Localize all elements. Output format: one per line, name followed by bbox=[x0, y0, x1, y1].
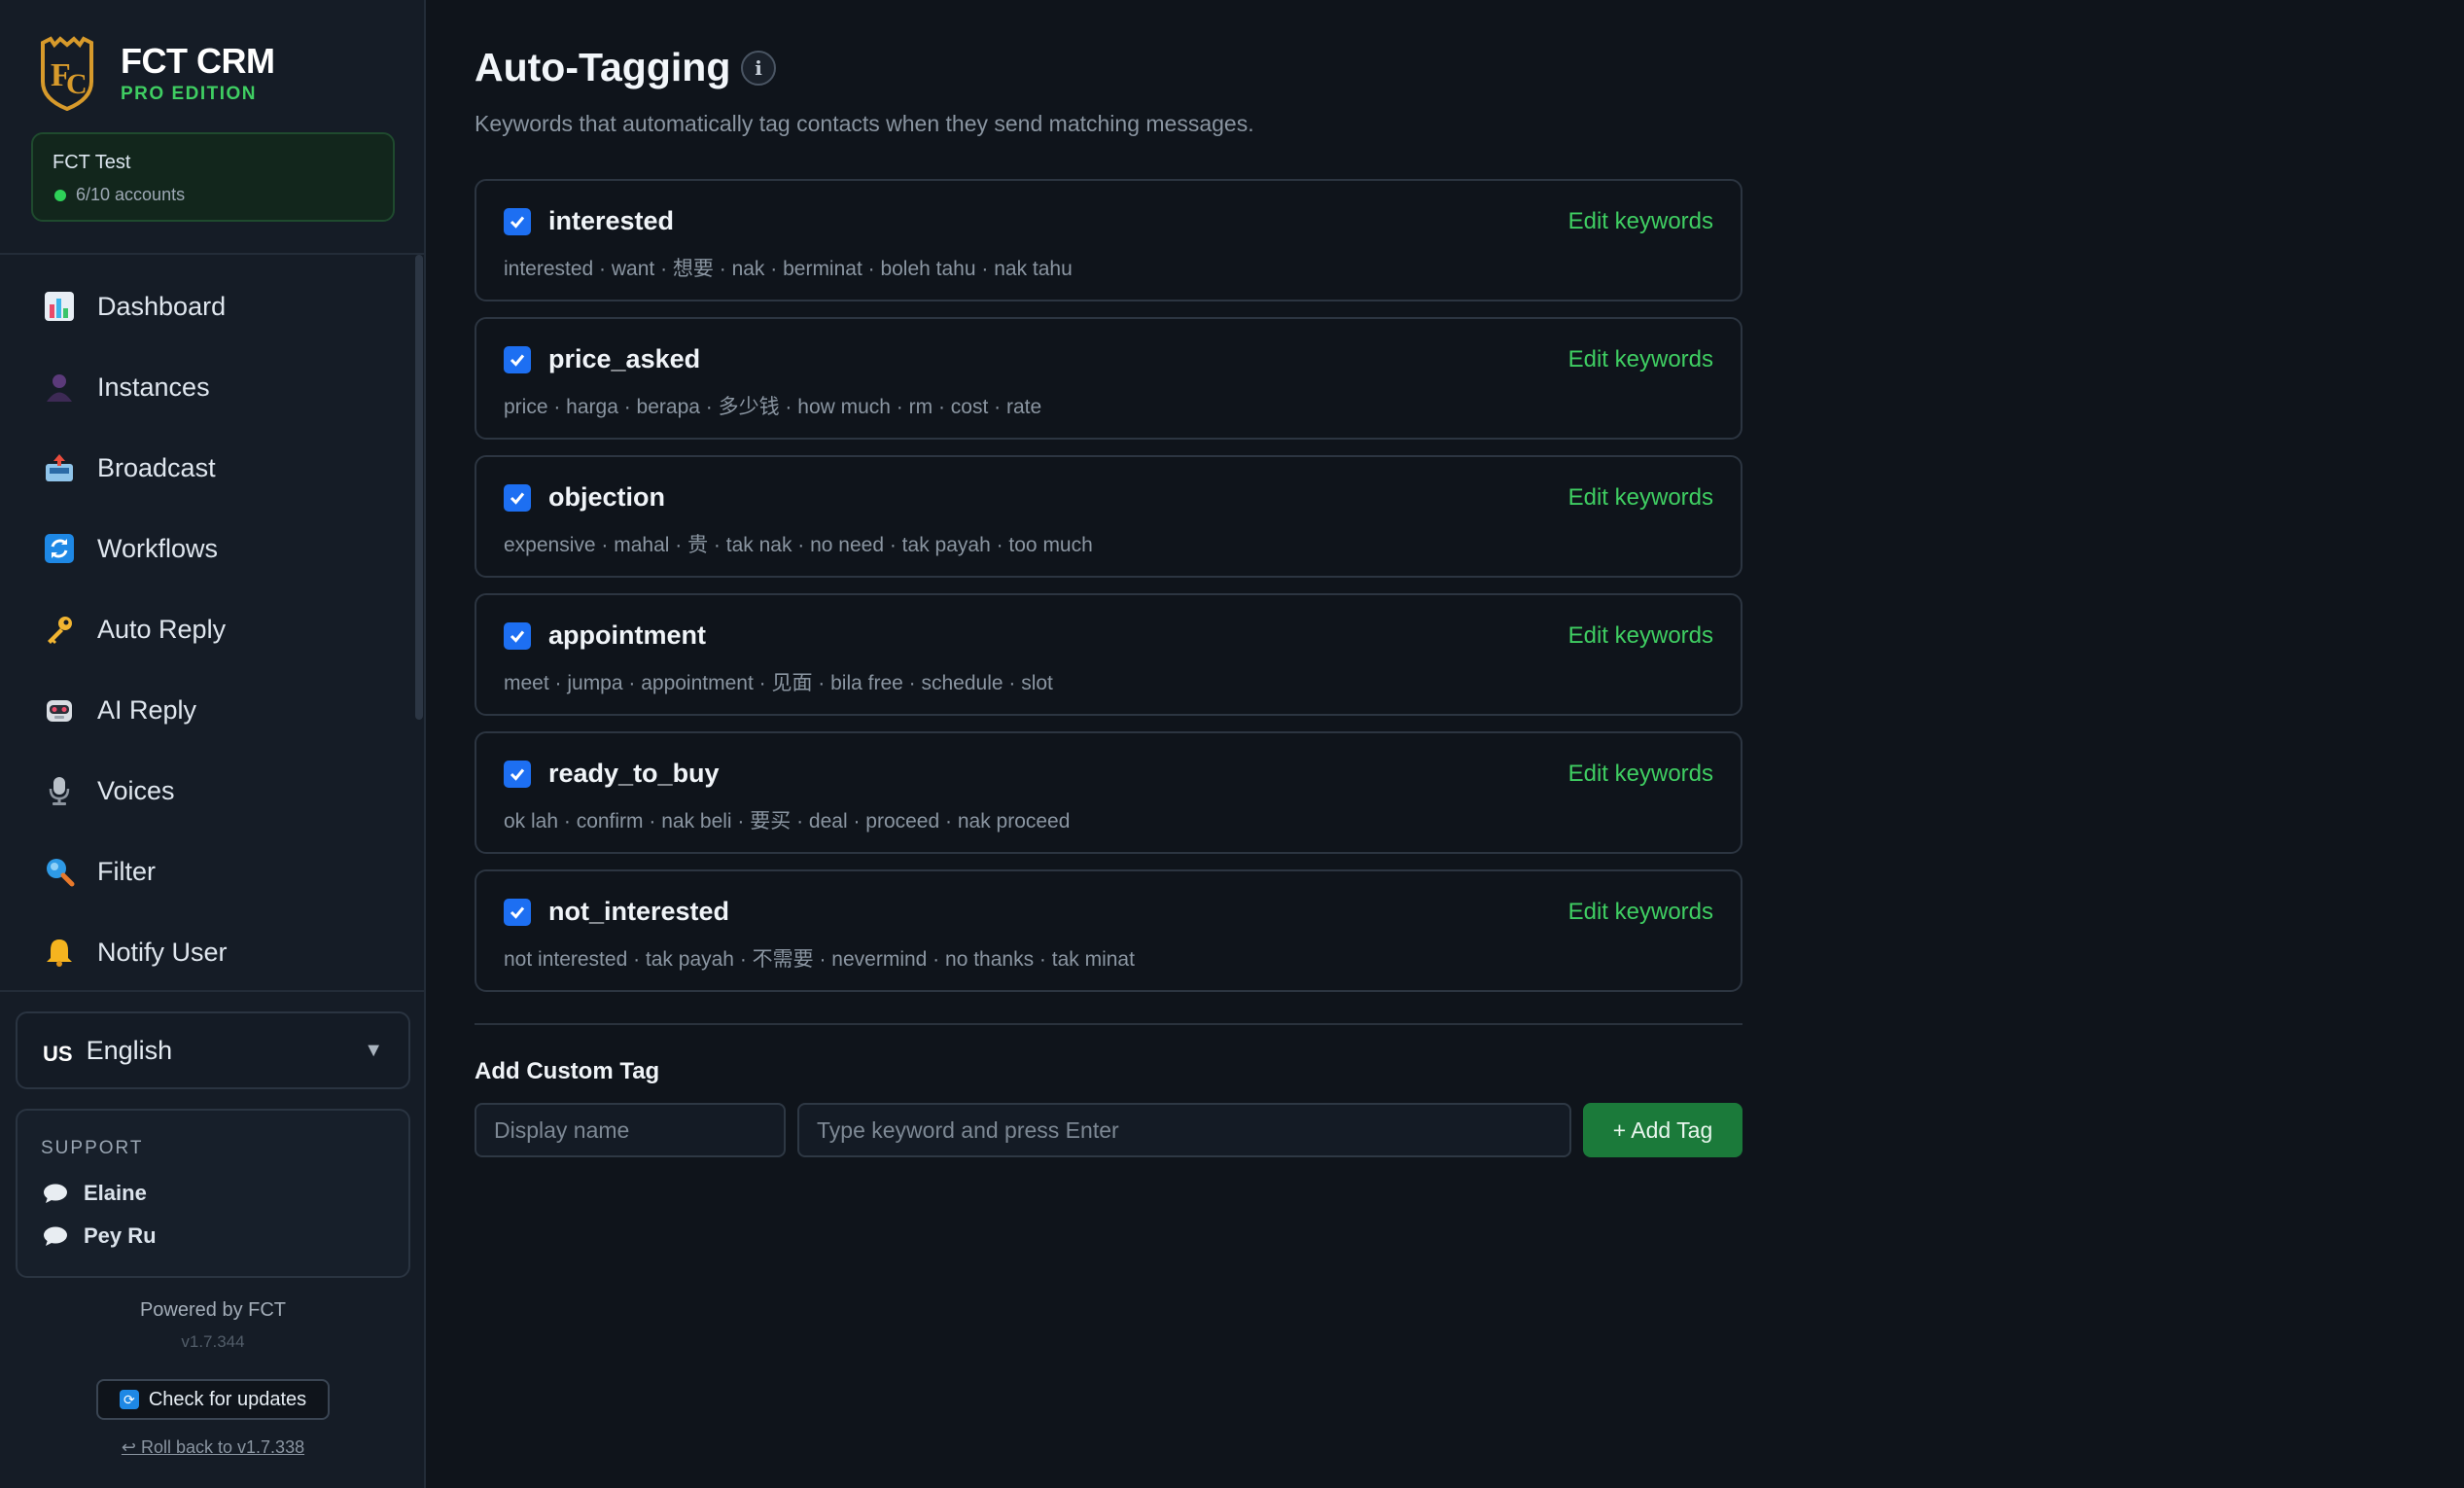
app-window: F C FCT CRM PRO EDITION FCT Test 6/10 ac… bbox=[0, 0, 2464, 1488]
svg-text:C: C bbox=[66, 68, 88, 100]
speech-bubble-icon bbox=[44, 1226, 67, 1246]
check-updates-label: Check for updates bbox=[148, 1388, 307, 1410]
tag-enabled-checkbox[interactable] bbox=[504, 208, 531, 235]
tag-keywords: price · harga · berapa · 多少钱 · how much … bbox=[504, 396, 1042, 418]
tag-card: interested Edit keywords interested · wa… bbox=[475, 179, 1742, 301]
edit-keywords-link[interactable]: Edit keywords bbox=[1568, 761, 1713, 788]
fct-logo-icon: F C bbox=[41, 36, 93, 111]
sidebar-item-label: AI Reply bbox=[97, 694, 197, 725]
speech-bubble-icon bbox=[44, 1184, 67, 1203]
tag-keywords: expensive · mahal · 贵 · tak nak · no nee… bbox=[504, 534, 1093, 556]
edit-keywords-link[interactable]: Edit keywords bbox=[1568, 346, 1713, 373]
support-contact-name: Elaine bbox=[84, 1181, 147, 1205]
tag-name: appointment bbox=[548, 620, 706, 650]
sidebar-item-label: Notify User bbox=[97, 937, 228, 967]
tag-card: not_interested Edit keywords not interes… bbox=[475, 869, 1742, 992]
display-name-input[interactable] bbox=[475, 1103, 786, 1157]
support-title: SUPPORT bbox=[41, 1138, 144, 1158]
tag-enabled-checkbox[interactable] bbox=[504, 484, 531, 512]
tag-enabled-checkbox[interactable] bbox=[504, 346, 531, 373]
powered-by: Powered by FCT bbox=[139, 1299, 287, 1321]
tag-card: appointment Edit keywords meet · jumpa ·… bbox=[475, 593, 1742, 716]
keyword-input[interactable] bbox=[797, 1103, 1571, 1157]
bar-chart-icon bbox=[43, 290, 76, 323]
tag-keywords: ok lah · confirm · nak beli · 要买 · deal … bbox=[504, 810, 1071, 833]
sidebar-item-filter[interactable]: Filter bbox=[19, 837, 408, 905]
main-content: Auto-Tagging i Keywords that automatical… bbox=[428, 0, 2464, 1488]
sidebar-item-instances[interactable]: Instances bbox=[19, 353, 408, 421]
sidebar-item-label: Filter bbox=[97, 856, 156, 886]
sidebar-item-label: Broadcast bbox=[97, 452, 216, 482]
sidebar-item-dashboard[interactable]: Dashboard bbox=[19, 272, 408, 340]
tag-enabled-checkbox[interactable] bbox=[504, 761, 531, 788]
add-tag-button[interactable]: + Add Tag bbox=[1583, 1103, 1742, 1157]
language-flag: US bbox=[43, 1042, 73, 1066]
sidebar-scrollbar[interactable] bbox=[415, 255, 423, 720]
sidebar: F C FCT CRM PRO EDITION FCT Test 6/10 ac… bbox=[0, 0, 426, 1488]
section-divider bbox=[475, 1023, 1742, 1025]
tag-name: ready_to_buy bbox=[548, 759, 720, 788]
page-subtitle: Keywords that automatically tag contacts… bbox=[475, 111, 1254, 136]
sidebar-item-label: Dashboard bbox=[97, 291, 227, 321]
edit-keywords-link[interactable]: Edit keywords bbox=[1568, 622, 1713, 650]
sidebar-item-notify-user[interactable]: Notify User bbox=[19, 918, 408, 986]
support-contact-name: Pey Ru bbox=[84, 1223, 157, 1248]
tag-keywords: interested · want · 想要 · nak · berminat … bbox=[504, 258, 1073, 280]
rollback-link[interactable]: ↩ Roll back to v1.7.338 bbox=[0, 1437, 426, 1458]
chevron-down-icon: ▼ bbox=[364, 1039, 383, 1061]
brand: F C FCT CRM PRO EDITION bbox=[39, 35, 408, 113]
sidebar-item-label: Auto Reply bbox=[97, 614, 227, 644]
sidebar-divider bbox=[0, 253, 424, 255]
tag-name: price_asked bbox=[548, 344, 701, 373]
account-card[interactable]: FCT Test 6/10 accounts bbox=[31, 132, 395, 222]
key-icon bbox=[43, 613, 76, 646]
support-contact-elaine[interactable]: Elaine bbox=[43, 1181, 147, 1206]
robot-icon bbox=[43, 693, 76, 726]
sidebar-item-voices[interactable]: Voices bbox=[19, 757, 408, 825]
sidebar-item-ai-reply[interactable]: AI Reply bbox=[19, 676, 408, 744]
sidebar-item-label: Voices bbox=[97, 775, 175, 805]
refresh-icon bbox=[43, 532, 76, 565]
bell-icon bbox=[43, 936, 76, 969]
page-title: Auto-Tagging bbox=[475, 45, 731, 89]
support-panel: SUPPORT Elaine Pey Ru bbox=[16, 1109, 410, 1278]
online-status-icon bbox=[54, 189, 66, 201]
check-updates-button[interactable]: ⟳ Check for updates bbox=[96, 1379, 330, 1420]
edit-keywords-link[interactable]: Edit keywords bbox=[1568, 899, 1713, 926]
sidebar-item-workflows[interactable]: Workflows bbox=[19, 514, 408, 583]
outbox-icon bbox=[43, 451, 76, 484]
language-label: English bbox=[86, 1035, 173, 1065]
tag-enabled-checkbox[interactable] bbox=[504, 622, 531, 650]
add-custom-tag-title: Add Custom Tag bbox=[475, 1058, 660, 1084]
tag-name: objection bbox=[548, 482, 665, 512]
tag-keywords: not interested · tak payah · 不需要 · never… bbox=[504, 948, 1135, 971]
sidebar-item-auto-reply[interactable]: Auto Reply bbox=[19, 595, 408, 663]
microphone-icon bbox=[43, 774, 76, 807]
account-status: 6/10 accounts bbox=[53, 185, 185, 205]
tag-enabled-checkbox[interactable] bbox=[504, 899, 531, 926]
tag-card: objection Edit keywords expensive · maha… bbox=[475, 455, 1742, 578]
tag-name: not_interested bbox=[548, 897, 730, 926]
sidebar-divider bbox=[0, 990, 424, 992]
edit-keywords-link[interactable]: Edit keywords bbox=[1568, 484, 1713, 512]
edit-keywords-link[interactable]: Edit keywords bbox=[1568, 208, 1713, 235]
user-icon bbox=[43, 371, 76, 404]
tag-card: price_asked Edit keywords price · harga … bbox=[475, 317, 1742, 440]
tag-keywords: meet · jumpa · appointment · 见面 · bila f… bbox=[504, 672, 1053, 694]
account-name: FCT Test bbox=[53, 152, 131, 173]
brand-name: FCT CRM bbox=[121, 41, 275, 81]
account-count: 6/10 accounts bbox=[76, 185, 186, 204]
tag-name: interested bbox=[548, 206, 675, 235]
refresh-icon: ⟳ bbox=[119, 1390, 139, 1409]
app-version: v1.7.344 bbox=[181, 1332, 245, 1351]
sidebar-item-broadcast[interactable]: Broadcast bbox=[19, 434, 408, 502]
brand-edition: PRO EDITION bbox=[121, 84, 258, 104]
support-contact-pey-ru[interactable]: Pey Ru bbox=[43, 1223, 157, 1249]
tag-card: ready_to_buy Edit keywords ok lah · conf… bbox=[475, 731, 1742, 854]
magnifier-icon bbox=[43, 855, 76, 888]
language-select[interactable]: US English ▼ bbox=[16, 1011, 410, 1089]
sidebar-item-label: Workflows bbox=[97, 533, 219, 563]
sidebar-item-label: Instances bbox=[97, 372, 210, 402]
info-icon[interactable]: i bbox=[741, 51, 776, 86]
